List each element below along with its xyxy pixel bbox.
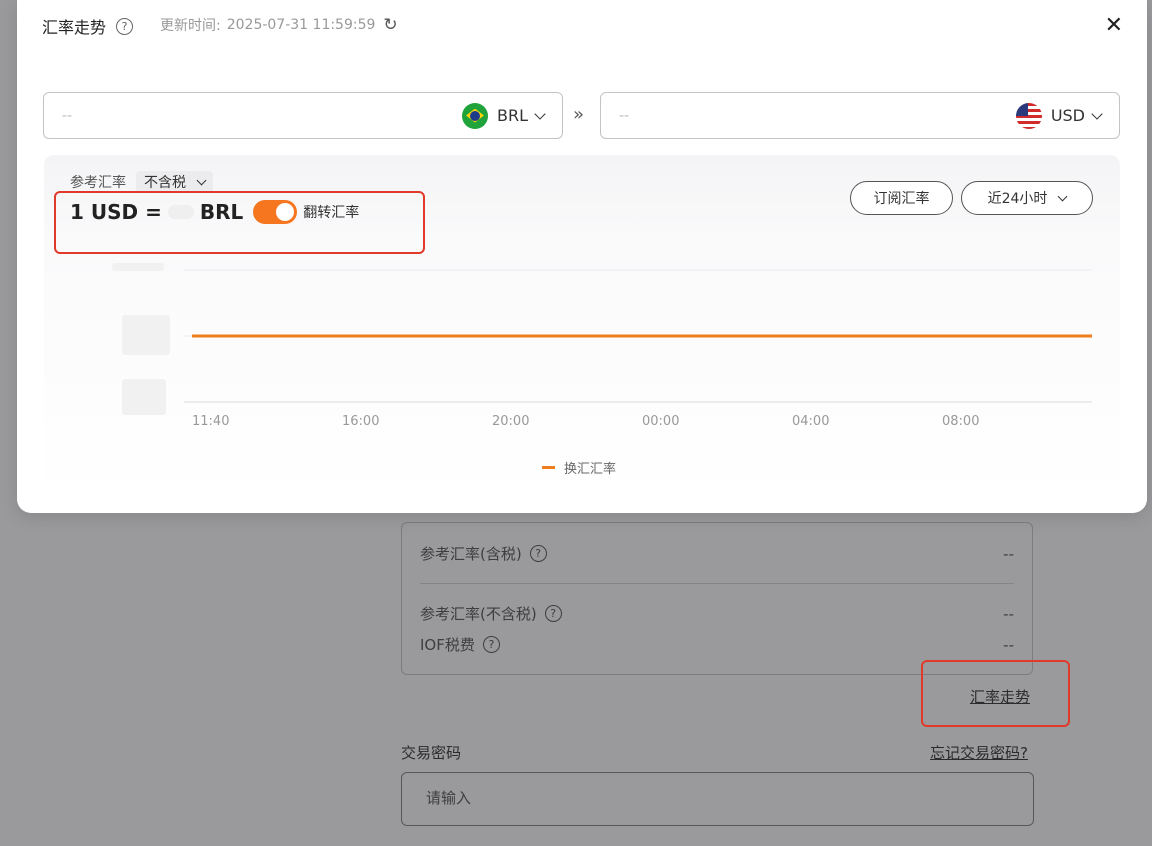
chevron-down-icon[interactable] [534, 107, 546, 120]
help-icon[interactable]: ? [116, 17, 134, 35]
usa-flag-icon [1015, 102, 1042, 129]
double-chevron-right-icon: » [573, 104, 585, 125]
to-amount[interactable]: -- [601, 108, 1016, 124]
y-tick-label-blurred [112, 263, 164, 271]
brazil-flag-icon [461, 102, 488, 129]
iof-value: -- [1003, 635, 1014, 654]
reference-rate-box: 参考汇率(含税) ? -- 参考汇率(不含税) ? -- IOF税费 ? -- [401, 522, 1033, 675]
modal-title: 汇率走势 ? [42, 14, 134, 38]
legend-swatch [542, 466, 555, 469]
x-tick-label: 04:00 [792, 414, 829, 429]
x-tick-label: 11:40 [192, 414, 229, 429]
iof-label: IOF税费 [420, 636, 475, 654]
password-input[interactable]: 请输入 [401, 772, 1034, 826]
forgot-password-link[interactable]: 忘记交易密码? [930, 742, 1028, 763]
update-time: 更新时间: 2025-07-31 11:59:59 ↻ [160, 15, 398, 35]
y-axis-ticks [112, 263, 170, 415]
highlight-box [54, 191, 425, 254]
to-currency-code[interactable]: USD [1051, 106, 1085, 125]
chevron-down-icon[interactable] [1091, 107, 1103, 120]
rate-without-tax-value: -- [1003, 604, 1014, 623]
modal-title-text: 汇率走势 [42, 18, 107, 37]
update-time-value: 2025-07-31 11:59:59 [226, 17, 376, 33]
help-icon[interactable]: ? [482, 636, 500, 653]
rate-with-tax-label: 参考汇率(含税) [420, 545, 522, 563]
password-label: 交易密码 [401, 744, 462, 762]
close-icon[interactable]: ✕ [1105, 13, 1123, 38]
update-time-label: 更新时间: [160, 18, 221, 34]
divider [420, 583, 1014, 584]
legend-label: 换汇汇率 [564, 462, 617, 477]
rate-without-tax-label: 参考汇率(不含税) [420, 605, 537, 623]
from-amount[interactable]: -- [44, 108, 462, 124]
x-tick-label: 16:00 [342, 414, 379, 429]
x-tick-label: 08:00 [942, 414, 979, 429]
rate-trend-link[interactable]: 汇率走势 [970, 686, 1030, 707]
rate-trend-modal: 汇率走势 ? 更新时间: 2025-07-31 11:59:59 ↻ ✕ -- … [17, 0, 1147, 513]
to-currency-input[interactable]: -- USD [600, 92, 1120, 139]
rate-row-without-tax: 参考汇率(不含税) ? -- [420, 603, 1014, 624]
rate-row-with-tax: 参考汇率(含税) ? -- [420, 543, 1014, 564]
x-tick-label: 00:00 [642, 414, 679, 429]
x-tick-label: 20:00 [492, 414, 529, 429]
x-axis-ticks: 11:40 16:00 20:00 00:00 04:00 08:00 [192, 414, 979, 429]
from-currency-code[interactable]: BRL [497, 106, 528, 125]
refresh-icon[interactable]: ↻ [383, 17, 397, 34]
rate-with-tax-value: -- [1003, 544, 1014, 563]
y-tick-label-blurred [122, 315, 170, 355]
chart-legend[interactable]: 换汇汇率 [542, 458, 616, 477]
y-tick-label-blurred [122, 379, 166, 415]
from-currency-input[interactable]: -- BRL [43, 92, 563, 139]
rate-row-iof: IOF税费 ? -- [420, 634, 1014, 655]
help-icon[interactable]: ? [544, 605, 562, 622]
help-icon[interactable]: ? [529, 545, 547, 562]
